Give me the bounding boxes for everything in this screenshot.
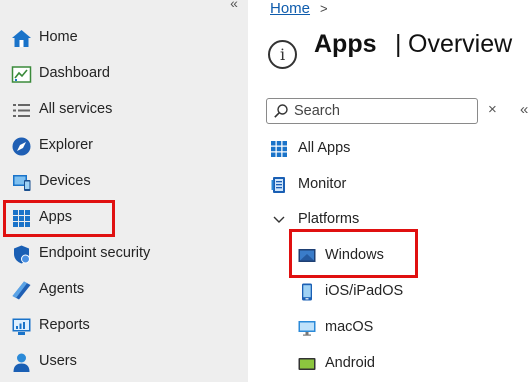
nav-item-label: Dashboard	[39, 65, 110, 81]
search-box[interactable]	[266, 98, 478, 124]
nav-item-dashboard[interactable]: Dashboard	[0, 57, 248, 91]
nav-item-explorer[interactable]: Explorer	[0, 129, 248, 163]
breadcrumb-home-link[interactable]: Home	[270, 0, 310, 17]
search-input[interactable]	[294, 102, 472, 120]
menu-item-label: Monitor	[298, 176, 347, 192]
nav-item-agents[interactable]: Agents	[0, 273, 248, 307]
devices-icon	[13, 175, 31, 191]
menu-item-label: iOS/iPadOS	[325, 283, 404, 299]
list-icon	[13, 104, 30, 117]
nav-item-label: Home	[39, 29, 78, 45]
menu-item-label: macOS	[325, 319, 374, 335]
collapse-nav-button[interactable]: «	[226, 0, 242, 12]
phone-icon	[302, 283, 312, 301]
page-title-separator: |	[395, 30, 402, 58]
monitor-icon	[271, 177, 285, 193]
menu-item-label: Android	[325, 355, 375, 371]
home-icon	[12, 30, 31, 47]
nav-item-label: Endpoint security	[39, 245, 151, 261]
menu-item-all-apps[interactable]: All Apps	[270, 134, 470, 164]
highlight-box-windows	[289, 229, 418, 278]
breadcrumb-separator: >	[320, 1, 328, 16]
nav-item-devices[interactable]: Devices	[0, 165, 248, 199]
menu-item-label: Platforms	[298, 211, 360, 227]
menu-item-ios-ipados[interactable]: iOS/iPadOS	[298, 277, 458, 307]
left-navigation: « Home Dashboard All services Explorer D…	[0, 0, 248, 382]
agents-icon	[12, 281, 31, 300]
menu-item-android[interactable]: Android	[298, 349, 458, 379]
highlight-box-apps	[3, 200, 115, 237]
nav-item-label: Users	[39, 353, 77, 369]
chevron-down-icon	[273, 216, 285, 223]
page-subtitle: Overview	[408, 30, 513, 58]
nav-item-label: All services	[39, 101, 113, 117]
menu-item-label: All Apps	[298, 140, 351, 156]
nav-item-label: Explorer	[39, 137, 93, 153]
nav-item-home[interactable]: Home	[0, 21, 248, 55]
nav-item-users[interactable]: Users	[0, 345, 248, 379]
android-device-icon	[298, 358, 316, 370]
nav-item-reports[interactable]: Reports	[0, 309, 248, 343]
menu-item-macos[interactable]: macOS	[298, 313, 458, 343]
menu-item-monitor[interactable]: Monitor	[270, 170, 470, 200]
nav-item-all-services[interactable]: All services	[0, 93, 248, 127]
search-icon	[274, 104, 288, 118]
collapse-menu-button[interactable]: «	[520, 101, 528, 118]
desktop-icon	[298, 321, 316, 336]
nav-item-endpoint-security[interactable]: Endpoint security	[0, 237, 248, 271]
user-icon	[13, 353, 30, 372]
info-icon: i	[268, 40, 297, 69]
main-pane: Home > i Apps | Overview × « All Apps	[248, 0, 530, 382]
reports-icon	[12, 318, 31, 335]
page-title: Apps	[314, 30, 377, 58]
clear-search-button[interactable]: ×	[488, 101, 497, 118]
explorer-icon	[12, 137, 31, 156]
nav-item-label: Agents	[39, 281, 85, 297]
nav-item-label: Devices	[39, 173, 91, 189]
apps-grid-icon	[271, 141, 287, 157]
dashboard-icon	[11, 66, 32, 83]
shield-icon	[14, 245, 30, 264]
nav-item-label: Reports	[39, 317, 90, 333]
